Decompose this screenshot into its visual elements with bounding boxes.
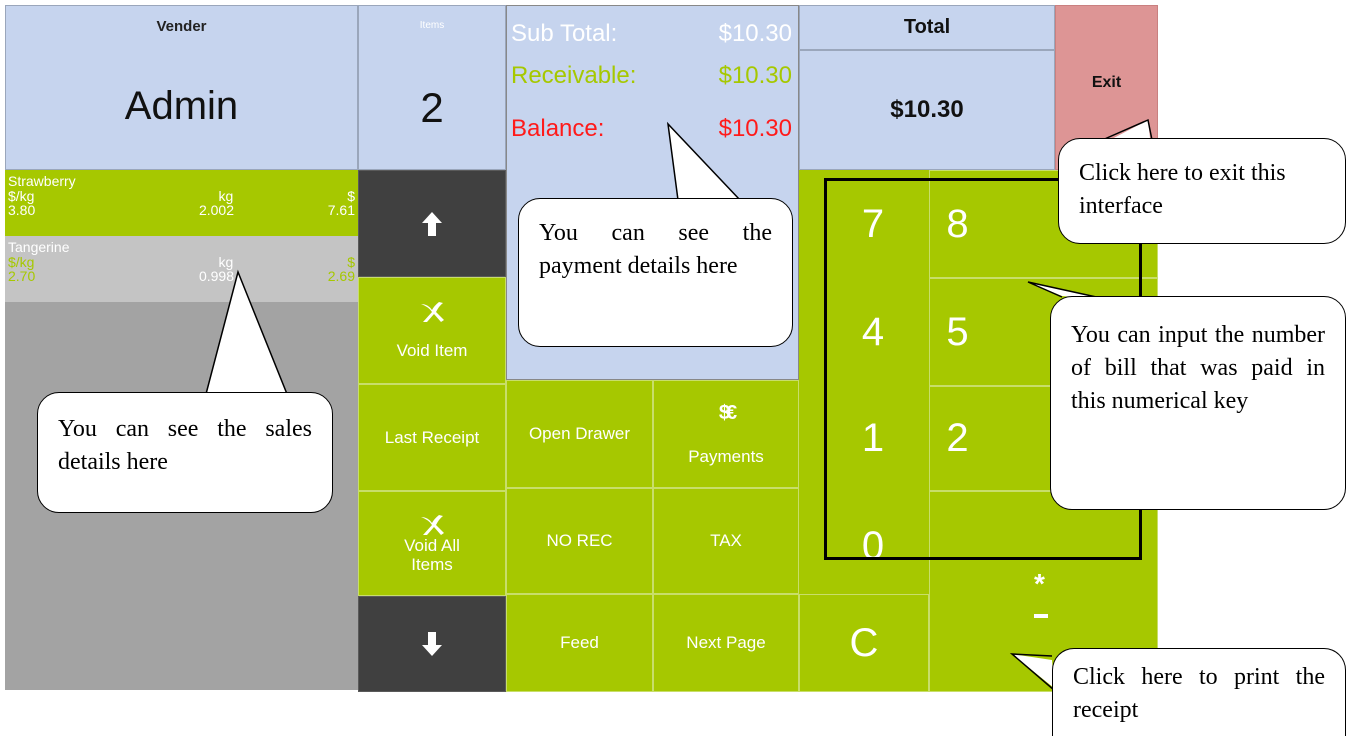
callout-print-text: Click here to print the receipt (1073, 664, 1325, 723)
callout-print: Click here to print the receipt (1052, 648, 1346, 736)
callout-exit-text: Click here to exit this interface (1079, 160, 1286, 219)
callout-keypad-text: You can input the number of bill that wa… (1071, 322, 1325, 414)
callout-payment-text: You can see the payment details here (539, 220, 772, 279)
callout-keypad: You can input the number of bill that wa… (1050, 296, 1346, 510)
callout-sales-text: You can see the sales details here (58, 416, 312, 475)
callout-payment: You can see the payment details here (518, 198, 793, 347)
callout-exit: Click here to exit this interface (1058, 138, 1346, 244)
callout-sales: You can see the sales details here (37, 392, 333, 513)
